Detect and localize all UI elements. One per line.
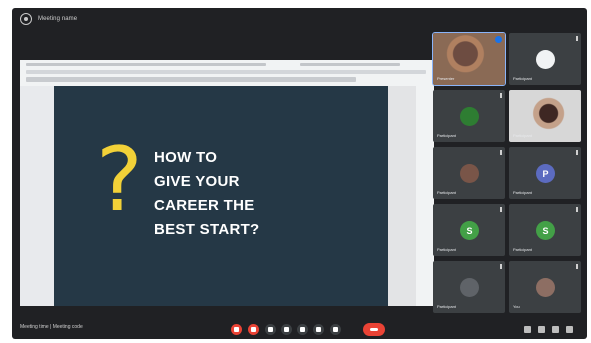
present-button[interactable] [297,324,308,335]
activities-icon[interactable] [566,326,573,333]
participant-name: Participant [437,304,456,309]
more-options-icon[interactable] [576,36,578,41]
participant-avatar: S [536,221,555,240]
document-toolbar [20,60,434,86]
participant-avatar [460,164,479,183]
more-options-icon[interactable] [576,207,578,212]
participant-tile[interactable]: S Participant [509,204,581,256]
meeting-controls-bar: Meeting time | Meeting code [12,318,587,339]
more-options-icon[interactable] [500,207,502,212]
participant-name: Participant [513,133,532,138]
more-options-button[interactable] [330,324,341,335]
more-options-icon[interactable] [500,93,502,98]
participant-avatar [460,278,479,297]
slides-panel [20,86,54,306]
participant-name: Participant [513,190,532,195]
participant-tile[interactable]: P Participant [509,147,581,199]
participant-name: Presenter [437,76,455,81]
participant-tile[interactable]: S Participant [433,204,505,256]
participant-avatar: P [536,164,555,183]
meeting-info: Meeting time | Meeting code [20,324,83,330]
more-options-icon[interactable] [500,150,502,155]
participant-tile[interactable]: Participant [433,90,505,142]
participant-avatar: S [460,221,479,240]
shared-screen: ? HOW TO GIVE YOUR CAREER THE BEST START… [20,60,434,306]
slide-line: CAREER THE [154,197,255,214]
participant-tile[interactable]: Participant [433,147,505,199]
more-options-icon[interactable] [500,264,502,269]
camera-off-button[interactable] [248,324,259,335]
toolbar-format-row [26,77,356,82]
participant-tile[interactable]: Participant [509,90,581,142]
slide-heading: HOW TO GIVE YOUR CAREER THE BEST START? [154,146,354,242]
reactions-button[interactable] [313,324,324,335]
presentation-slide: ? HOW TO GIVE YOUR CAREER THE BEST START… [54,86,388,306]
document-side-toolbar [416,86,434,306]
window-title: Meeting name [38,16,78,22]
speaking-indicator-icon [495,36,502,43]
participant-name: You [513,304,520,309]
slide-side-panel [388,86,416,306]
people-icon[interactable] [538,326,545,333]
participant-name: Participant [437,133,456,138]
question-mark-graphic: ? [96,128,143,231]
participant-name: Participant [437,190,456,195]
title-bar: Meeting name [12,8,587,30]
participant-tile[interactable]: Participant [509,33,581,85]
participant-avatar [536,50,555,69]
raise-hand-button[interactable] [281,324,292,335]
participant-tile[interactable]: Participant [433,261,505,313]
participant-name: Participant [513,76,532,81]
participant-tile[interactable]: You [509,261,581,313]
slide-line: HOW TO [154,149,218,166]
participant-avatar [536,278,555,297]
toolbar-address-row [26,70,426,74]
participant-name: Participant [437,247,456,252]
participant-avatar [460,107,479,126]
slide-line: GIVE YOUR [154,173,240,190]
meeting-window: Meeting name ? HOW TO GIVE YOUR CAREER T… [12,8,587,339]
slide-line: BEST START? [154,221,260,238]
toolbar-menu-row-right [300,63,400,66]
participant-name: Participant [513,247,532,252]
chat-icon[interactable] [552,326,559,333]
more-options-icon[interactable] [576,264,578,269]
captions-button[interactable] [265,324,276,335]
mic-off-button[interactable] [231,324,242,335]
meet-logo-icon [20,13,32,25]
end-call-button[interactable] [363,323,385,336]
participant-tile[interactable]: Presenter [432,32,506,86]
toolbar-menu-row [26,63,266,66]
info-icon[interactable] [524,326,531,333]
more-options-icon[interactable] [576,150,578,155]
